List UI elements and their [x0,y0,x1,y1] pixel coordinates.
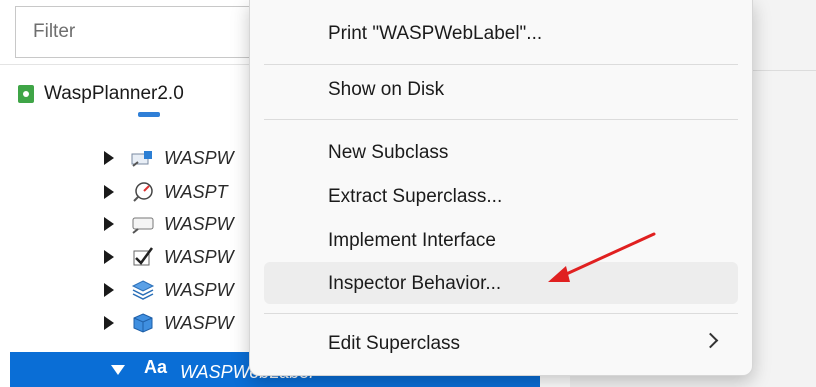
filter-placeholder: Filter [33,21,76,42]
menu-separator [264,64,738,65]
menu-separator [264,313,738,314]
context-menu: Print "WASPWebLabel"... Show on Disk New… [249,0,753,376]
menu-item-print[interactable]: Print "WASPWebLabel"... [264,12,738,54]
class-label: WASPW [164,147,234,168]
tree-row[interactable]: WASPW [104,143,234,173]
project-root-row[interactable]: WaspPlanner2.0 [18,80,184,108]
menu-item-implement-interface[interactable]: Implement Interface [264,219,738,261]
menu-item-label: Show on Disk [328,79,445,100]
menu-item-label: New Subclass [328,142,449,163]
disclosure-triangle-icon[interactable] [104,151,114,165]
class-label: WASPW [164,312,234,333]
class-label: WASPW [164,213,234,234]
menu-item-label: Inspector Behavior... [328,273,502,294]
checkbox-icon [130,246,156,268]
tree-row[interactable]: WASPW [104,242,234,272]
menu-item-label: Implement Interface [328,230,496,251]
class-label: WASPW [164,246,234,267]
disclosure-triangle-icon[interactable] [104,185,114,199]
menu-item-edit-superclass[interactable]: Edit Superclass [264,322,738,364]
menu-separator [264,119,738,120]
class-label: WASPT [164,181,228,202]
project-name: WaspPlanner2.0 [44,83,184,104]
form-window-icon [130,147,156,169]
tree-row[interactable]: WASPW [104,209,234,239]
label-class-icon: Aa [144,357,168,377]
class-label: WASPW [164,279,234,300]
partial-row-icon [138,112,160,117]
menu-item-extract-superclass[interactable]: Extract Superclass... [264,175,738,217]
menu-item-show-on-disk[interactable]: Show on Disk [264,68,738,110]
stack-icon [130,279,156,301]
tree-row[interactable]: WASPW [104,275,234,305]
menu-item-label: Print "WASPWebLabel"... [328,23,543,44]
disclosure-triangle-icon[interactable] [104,217,114,231]
project-icon [18,85,34,103]
gauge-icon [130,181,156,203]
textfield-icon [130,213,156,235]
tree-row[interactable]: WASPW [104,308,234,338]
disclosure-triangle-icon[interactable] [104,316,114,330]
chevron-right-icon [702,332,719,349]
menu-item-new-subclass[interactable]: New Subclass [264,131,738,173]
disclosure-triangle-icon[interactable] [111,365,125,375]
menu-item-inspector-behavior[interactable]: Inspector Behavior... [264,262,738,304]
disclosure-triangle-icon[interactable] [104,250,114,264]
tree-row[interactable]: WASPT [104,177,228,207]
menu-item-label: Edit Superclass [328,333,461,354]
cube-icon [130,312,156,334]
menu-item-label: Extract Superclass... [328,186,503,207]
disclosure-triangle-icon[interactable] [104,283,114,297]
